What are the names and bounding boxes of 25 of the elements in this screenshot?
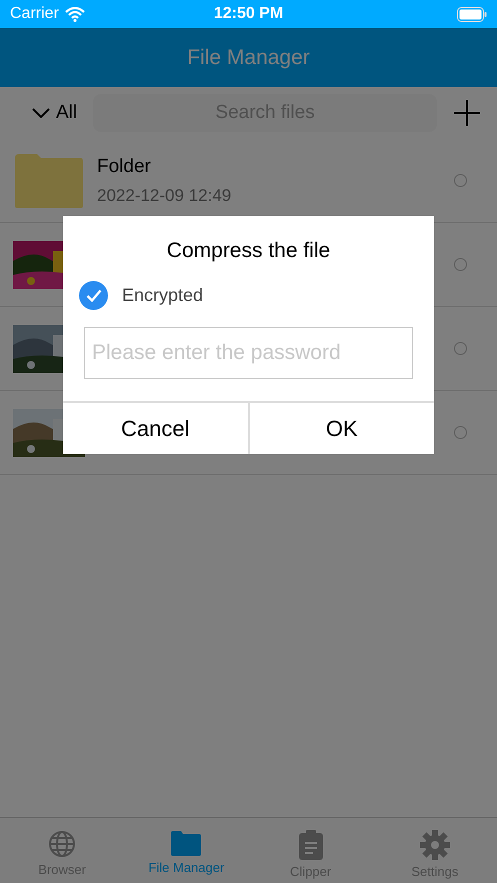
- wifi-icon: [64, 6, 85, 22]
- folder-icon: [13, 152, 85, 210]
- encrypted-label: Encrypted: [122, 285, 204, 306]
- filter-dropdown[interactable]: All: [32, 102, 78, 124]
- globe-icon: [48, 830, 76, 858]
- settings-icon: [420, 830, 450, 860]
- encrypted-checkbox[interactable]: [79, 281, 108, 310]
- file-name: Folder: [97, 156, 152, 178]
- clipboard-icon: [298, 830, 323, 860]
- dialog-title: Compress the file: [166, 239, 330, 263]
- screen-title: File Manager: [187, 46, 310, 70]
- select-radio[interactable]: [454, 174, 467, 187]
- carrier-label: Carrier: [10, 5, 59, 23]
- folder-icon: [171, 830, 202, 856]
- file-date: 2022-12-09 12:49: [97, 186, 232, 206]
- cancel-button[interactable]: Cancel: [63, 403, 248, 454]
- battery-icon: [457, 6, 487, 22]
- select-radio[interactable]: [454, 426, 467, 439]
- select-radio[interactable]: [454, 258, 467, 271]
- ok-button[interactable]: OK: [250, 403, 434, 454]
- add-icon[interactable]: [453, 99, 481, 127]
- checkmark-icon: [86, 289, 102, 302]
- clock: 12:50 PM: [214, 5, 284, 23]
- select-radio[interactable]: [454, 342, 467, 355]
- chevron-down-icon: [32, 108, 50, 118]
